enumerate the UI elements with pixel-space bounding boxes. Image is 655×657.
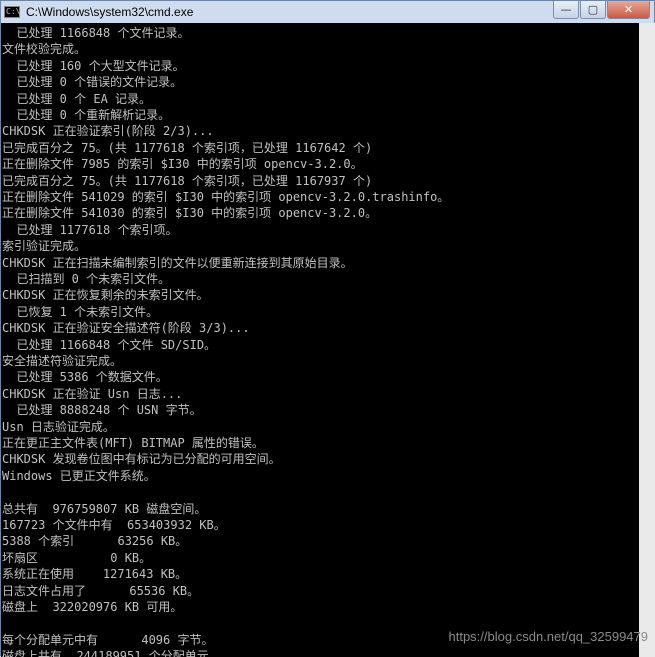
title-bar[interactable]: C:\ C:\Windows\system32\cmd.exe — ▢ ✕ bbox=[1, 1, 654, 23]
maximize-button[interactable]: ▢ bbox=[580, 1, 606, 19]
console-line: 已处理 1166848 个文件记录。 bbox=[2, 26, 190, 40]
console-line: 已处理 0 个 EA 记录。 bbox=[2, 91, 152, 106]
cmd-window: C:\ C:\Windows\system32\cmd.exe — ▢ ✕ 已处… bbox=[0, 0, 655, 657]
console-line: 文件校验完成。 bbox=[2, 42, 87, 57]
console-line: 已处理 1177618 个索引项。 bbox=[2, 222, 178, 237]
console-line: 已恢复 1 个未索引文件。 bbox=[2, 304, 159, 319]
watermark-text: https://blog.csdn.net/qq_32599479 bbox=[448, 629, 649, 644]
console-line: Windows 已更正文件系统。 bbox=[2, 468, 156, 483]
console-line: 167723 个文件中有 653403932 KB。 bbox=[2, 518, 226, 532]
console-line: 已处理 5386 个数据文件。 bbox=[2, 370, 168, 385]
console-line: Usn 日志验证完成。 bbox=[2, 419, 115, 434]
close-button[interactable]: ✕ bbox=[607, 1, 650, 19]
console-line: 5388 个索引 63256 KB。 bbox=[2, 534, 188, 549]
console-line: 已处理 160 个大型文件记录。 bbox=[2, 58, 185, 73]
window-controls: — ▢ ✕ bbox=[552, 1, 650, 19]
console-line: 日志文件占用了 65536 KB。 bbox=[2, 583, 200, 598]
close-icon: ✕ bbox=[623, 3, 634, 16]
console-line: CHKDSK 正在验证安全描述符(阶段 3/3)... bbox=[2, 321, 250, 336]
console-line: 正在删除文件 541029 的索引 $I30 中的索引项 opencv-3.2.… bbox=[2, 190, 450, 204]
console-line: 已处理 0 个重新解析记录。 bbox=[2, 108, 171, 122]
console-line: 系统正在使用 1271643 KB。 bbox=[2, 567, 188, 582]
console-line: 已完成百分之 75。(共 1177618 个索引项，已处理 1167937 个) bbox=[2, 173, 373, 188]
console-line: 安全描述符验证完成。 bbox=[2, 354, 123, 368]
console-line: CHKDSK 发现卷位图中有标记为已分配的可用空间。 bbox=[2, 452, 281, 467]
console-line: CHKDSK 正在恢复剩余的未索引文件。 bbox=[2, 288, 209, 303]
cmd-app-icon[interactable]: C:\ bbox=[4, 6, 20, 18]
console-line: 正在删除文件 541030 的索引 $I30 中的索引项 opencv-3.2.… bbox=[2, 206, 378, 221]
console-line: 已扫描到 0 个未索引文件。 bbox=[2, 272, 171, 286]
minimize-icon: — bbox=[560, 3, 572, 16]
console-line: 已处理 0 个错误的文件记录。 bbox=[2, 75, 183, 90]
maximize-icon: ▢ bbox=[587, 3, 599, 16]
console-line: 坏扇区 0 KB。 bbox=[2, 550, 152, 565]
console-line: 已完成百分之 75。(共 1177618 个索引项，已处理 1167642 个) bbox=[2, 140, 373, 155]
console-line: 已处理 8888248 个 USN 字节。 bbox=[2, 403, 202, 418]
console-line: 磁盘上 322020976 KB 可用。 bbox=[2, 600, 183, 614]
console-line: CHKDSK 正在验证 Usn 日志... bbox=[2, 386, 183, 401]
console-line: 每个分配单元中有 4096 字节。 bbox=[2, 632, 214, 647]
console-output[interactable]: 已处理 1166848 个文件记录。 文件校验完成。 已处理 160 个大型文件记… bbox=[1, 23, 639, 657]
console-line: 索引验证完成。 bbox=[2, 239, 87, 254]
console-line: CHKDSK 正在扫描未编制索引的文件以便重新连接到其原始目录。 bbox=[2, 255, 353, 270]
console-line: 正在更正主文件表(MFT) BITMAP 属性的错误。 bbox=[2, 436, 264, 450]
vertical-scrollbar[interactable] bbox=[639, 23, 655, 657]
console-line: CHKDSK 正在验证索引(阶段 2/3)... bbox=[2, 124, 214, 139]
window-title: C:\Windows\system32\cmd.exe bbox=[26, 5, 194, 19]
console-line: 总共有 976759807 KB 磁盘空间。 bbox=[2, 501, 207, 516]
console-line: 已处理 1166848 个文件 SD/SID。 bbox=[2, 337, 217, 352]
minimize-button[interactable]: — bbox=[553, 1, 579, 19]
console-line: 正在删除文件 7985 的索引 $I30 中的索引项 opencv-3.2.0。 bbox=[2, 157, 363, 172]
